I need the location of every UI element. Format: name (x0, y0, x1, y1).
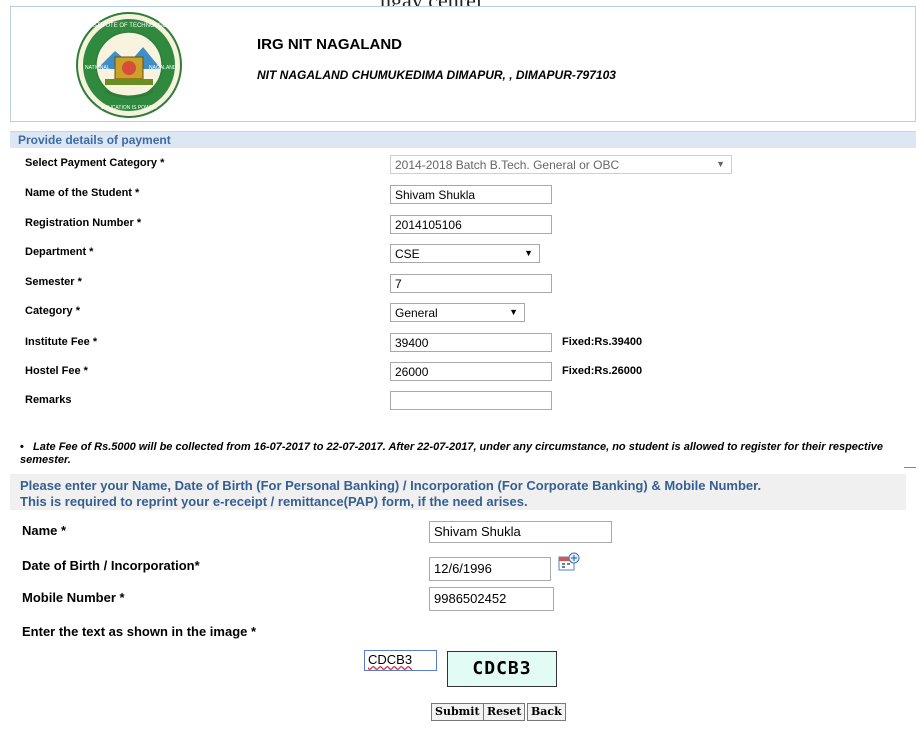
chevron-down-icon: ▼ (716, 159, 725, 169)
remarks-input[interactable] (390, 391, 552, 410)
institute-fee-input[interactable]: 39400 (390, 333, 552, 352)
reset-button[interactable]: Reset (483, 703, 526, 721)
payment-section-title: Provide details of payment (18, 133, 171, 147)
department-label: Department * (25, 246, 94, 258)
info-bar: Please enter your Name, Date of Birth (F… (10, 474, 906, 510)
payment-category-select[interactable]: 2014-2018 Batch B.Tech. General or OBC ▼ (390, 155, 732, 174)
captcha-label: Enter the text as shown in the image * (22, 624, 257, 639)
institute-logo: INSTITUTE OF TECHNOLOGY NATIONAL NAGALAN… (76, 12, 182, 118)
submit-button[interactable]: Submit (431, 703, 484, 721)
semester-label: Semester * (25, 276, 82, 288)
department-select[interactable]: CSE ▼ (390, 244, 540, 263)
note-bullet: • (20, 441, 24, 453)
name-input[interactable]: Shivam Shukla (429, 521, 612, 543)
captcha-input[interactable]: CDCB3 (364, 650, 437, 671)
logo-top-text: INSTITUTE OF TECHNOLOGY (87, 23, 172, 29)
dob-label: Date of Birth / Incorporation* (22, 558, 200, 573)
chevron-down-icon: ▼ (509, 307, 518, 317)
late-fee-note: • Late Fee of Rs.5000 will be collected … (20, 441, 916, 467)
registration-number-label: Registration Number * (25, 217, 142, 229)
divider (904, 467, 916, 468)
category-select[interactable]: General ▼ (390, 303, 525, 322)
payment-category-label: Select Payment Category * (25, 157, 165, 169)
hostel-fee-input[interactable]: 26000 (390, 362, 552, 381)
info-line-1: Please enter your Name, Date of Birth (F… (20, 478, 762, 493)
category-label: Category * (25, 305, 81, 317)
hostel-fee-hint: Fixed:Rs.26000 (562, 365, 643, 377)
org-address: NIT NAGALAND CHUMUKEDIMA DIMAPUR, , DIMA… (257, 68, 616, 82)
student-name-label: Name of the Student * (25, 187, 140, 199)
info-line-2: This is required to reprint your e-recei… (20, 494, 528, 509)
institute-fee-label: Institute Fee * (25, 336, 98, 348)
category-value: General (395, 306, 438, 320)
chevron-down-icon: ▼ (524, 248, 533, 258)
payment-section-bar: Provide details of payment (10, 131, 916, 148)
late-fee-note-text: Late Fee of Rs.5000 will be collected fr… (20, 441, 883, 466)
mobile-label: Mobile Number * (22, 590, 125, 605)
logo-right-text: NAGALAND (149, 65, 177, 71)
payment-category-value: 2014-2018 Batch B.Tech. General or OBC (395, 158, 620, 172)
department-value: CSE (395, 247, 420, 261)
remarks-label: Remarks (25, 394, 72, 406)
captcha-input-value: CDCB3 (368, 652, 413, 667)
logo-motto: EDUCATION IS POWER (101, 105, 157, 111)
header-panel: INSTITUTE OF TECHNOLOGY NATIONAL NAGALAN… (10, 6, 916, 122)
semester-input[interactable]: 7 (390, 274, 552, 293)
hostel-fee-label: Hostel Fee * (25, 365, 88, 377)
student-name-input[interactable]: Shivam Shukla (390, 185, 552, 204)
logo-left-text: NATIONAL (85, 65, 110, 71)
name-label: Name * (22, 523, 67, 538)
back-button[interactable]: Back (527, 703, 566, 721)
dob-input[interactable]: 12/6/1996 (429, 557, 551, 581)
org-name: IRG NIT NAGALAND (257, 36, 402, 53)
calendar-icon[interactable] (558, 552, 580, 572)
mobile-input[interactable]: 9986502452 (429, 587, 554, 611)
registration-number-input[interactable]: 2014105106 (390, 215, 552, 234)
institute-fee-hint: Fixed:Rs.39400 (562, 336, 643, 348)
captcha-image: CDCB3 (447, 651, 557, 687)
